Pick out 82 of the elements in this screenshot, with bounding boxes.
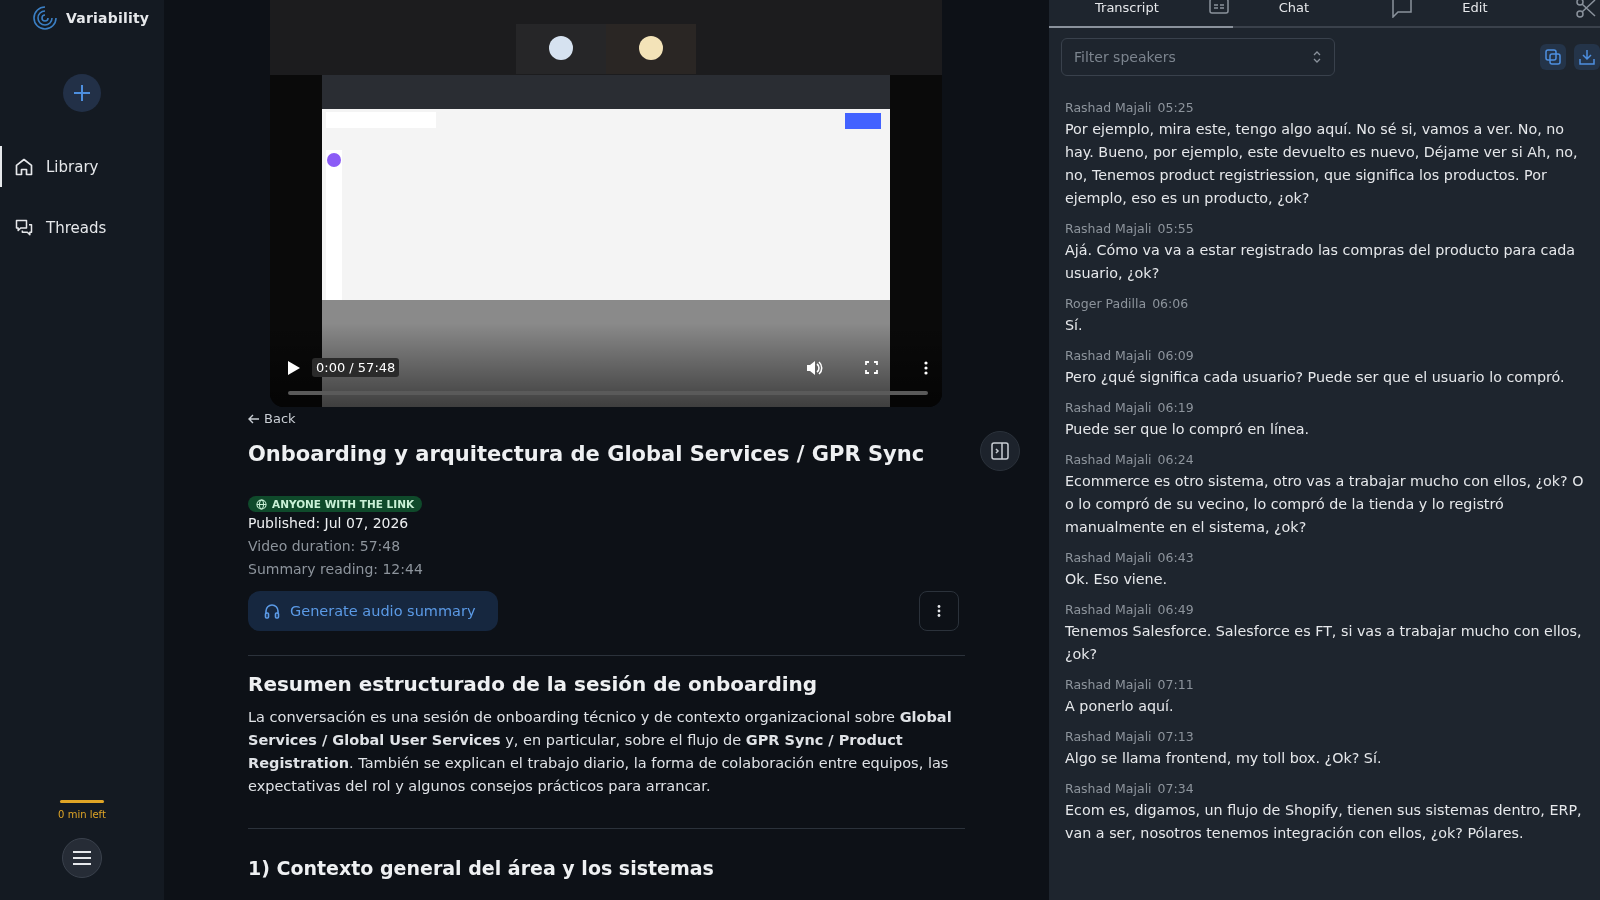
- transcript-text: Ajá. Cómo va va a estar registrado las compras del producto para cada usuario, ¿ok?: [1065, 241, 1576, 283]
- timestamp: 07:34: [1157, 780, 1194, 798]
- timestamp: 07:11: [1157, 676, 1194, 694]
- transcript-text: Puede ser que lo compró en línea.: [1065, 420, 1311, 439]
- timestamp: 06:24: [1157, 451, 1194, 469]
- fullscreen-button[interactable]: [865, 361, 878, 374]
- speaker-name: Rashad Majali: [1065, 451, 1152, 469]
- video-time: 0:00 / 57:48: [312, 358, 400, 377]
- arrow-left-icon: [248, 413, 260, 424]
- timestamp: 06:43: [1157, 549, 1194, 567]
- timestamp: 05:55: [1157, 220, 1194, 238]
- transcript-text: Tenemos Salesforce. Salesforce es FT, si vas a trabajar mucho con ellos, ¿ok?: [1065, 622, 1583, 664]
- menu-button[interactable]: [62, 838, 102, 878]
- back-link[interactable]: Back: [248, 411, 296, 426]
- panel-tab[interactable]: Chat: [1232, 0, 1417, 28]
- transcript-text: Por ejemplo, mira este, tengo algo aquí. No sé si, vamos a ver. No, no hay. Bueno, por ejemplo, este devuelto es nuevo, Déjame ver si Ah, no, no, Tenemos product registriession, que significa los productos. Por ejemplo, eso es un producto, ¿ok?: [1065, 120, 1579, 208]
- volume-button[interactable]: [807, 360, 823, 375]
- transcript-text: Ok. Eso viene.: [1065, 570, 1169, 589]
- speaker-name: Roger Padilla: [1065, 295, 1147, 313]
- speech-bubble-icon: [1392, 0, 1413, 18]
- home-icon: [14, 156, 34, 177]
- speaker-icon: [807, 360, 823, 375]
- timestamp: 07:13: [1157, 728, 1194, 746]
- video-title: Onboarding y arquitectura de Global Services / GPR Sync: [248, 442, 926, 466]
- summary-paragraph: La conversación es una sesión de onboarding técnico y de contexto organizacional sobre Global Services / Global User Services y, en particular, sobre el flujo de GPR Sync / Product Registration. También se explican el trabajo diario, la forma de colaboración entre equipos, las expectativas del rol y algunos consejos prácticos para arrancar.: [248, 708, 953, 796]
- meta-text: Video duration: 57:48: [248, 537, 402, 556]
- usage-label: 0 min left: [58, 809, 106, 820]
- vertical-dots-icon: [924, 360, 928, 375]
- panel-tab[interactable]: Edit: [1416, 0, 1600, 28]
- transcript-text: Ecommerce es otro sistema, otro vas a trabajar mucho con ellos, ¿ok? O o lo compró de su vecino, lo compró de la tienda y lo registró manualmente en el sistema, ¿ok?: [1065, 472, 1585, 537]
- copy-button[interactable]: [1540, 44, 1566, 70]
- download-button[interactable]: [1574, 44, 1600, 70]
- transcript-text: Algo se llama frontend, my toll box. ¿Ok? Sí.: [1065, 749, 1383, 768]
- usage-meter: [60, 800, 104, 803]
- speaker-name: Rashad Majali: [1065, 549, 1152, 567]
- timestamp: 06:09: [1157, 347, 1194, 365]
- sidebar-panel-icon: [991, 442, 1009, 460]
- speaker-name: Rashad Majali: [1065, 728, 1152, 746]
- video-player[interactable]: 0:00 / 57:48: [270, 0, 942, 407]
- timestamp: 06:06: [1152, 295, 1189, 313]
- captions-icon: [1208, 0, 1229, 14]
- timestamp: 06:19: [1157, 399, 1194, 417]
- visibility-badge: ANYONE WITH THE LINK: [248, 496, 423, 512]
- chevron-up-down-icon: [1313, 51, 1321, 63]
- transcript-text: Pero ¿qué significa cada usuario? Puede ser que el usuario lo compró.: [1065, 368, 1566, 387]
- meta-text: Summary reading: 12:44: [248, 560, 424, 579]
- more-options-button[interactable]: [924, 360, 928, 375]
- add-button[interactable]: [63, 74, 101, 112]
- scissors-icon: [1576, 0, 1596, 18]
- meta-text: Published: Jul 07, 2026: [248, 514, 410, 533]
- speaker-name: Rashad Majali: [1065, 220, 1152, 238]
- speaker-name: Rashad Majali: [1065, 601, 1152, 619]
- brand-name: Variability: [66, 10, 150, 26]
- plus-icon: [73, 84, 91, 102]
- globe-icon: [256, 498, 267, 510]
- transcript-text: Ecom es, digamos, un flujo de Shopify, tienen sus sistemas dentro, ERP, van a ser, nosotros tenemos integración con ellos, ¿ok? Pólares.: [1065, 801, 1583, 843]
- vertical-dots-icon: [937, 605, 941, 617]
- copy-icon: [1545, 49, 1561, 65]
- timestamp: 06:49: [1157, 601, 1194, 619]
- headphones-icon: [264, 603, 280, 619]
- play-button[interactable]: [288, 360, 300, 375]
- spiral-logo-icon: [32, 5, 58, 31]
- speaker-name: Rashad Majali: [1065, 399, 1152, 417]
- section-heading: 1) Contexto general del área y los sistemas: [248, 857, 715, 879]
- panel-tab[interactable]: Transcript: [1049, 0, 1233, 28]
- speaker-name: Rashad Majali: [1065, 780, 1152, 798]
- timestamp: 05:25: [1157, 99, 1194, 117]
- chat-bubbles-icon: [14, 217, 34, 238]
- speaker-name: Rashad Majali: [1065, 99, 1152, 117]
- generate-audio-button[interactable]: Generate audio summary: [248, 591, 498, 631]
- speaker-filter-field[interactable]: Filter speakers: [1061, 38, 1335, 76]
- panel-toggle-button[interactable]: [980, 431, 1020, 471]
- summary-heading: Resumen estructurado de la sesión de onboarding: [248, 672, 819, 696]
- speaker-name: Rashad Majali: [1065, 347, 1152, 365]
- play-icon: [288, 360, 300, 375]
- sidebar-item[interactable]: Threads: [0, 207, 164, 248]
- transcript-text: Sí.: [1065, 316, 1084, 335]
- menu-icon: [73, 851, 91, 865]
- download-icon: [1579, 49, 1595, 65]
- fullscreen-icon: [865, 361, 878, 374]
- transcript-text: A ponerlo aquí.: [1065, 697, 1175, 716]
- speaker-name: Rashad Majali: [1065, 676, 1152, 694]
